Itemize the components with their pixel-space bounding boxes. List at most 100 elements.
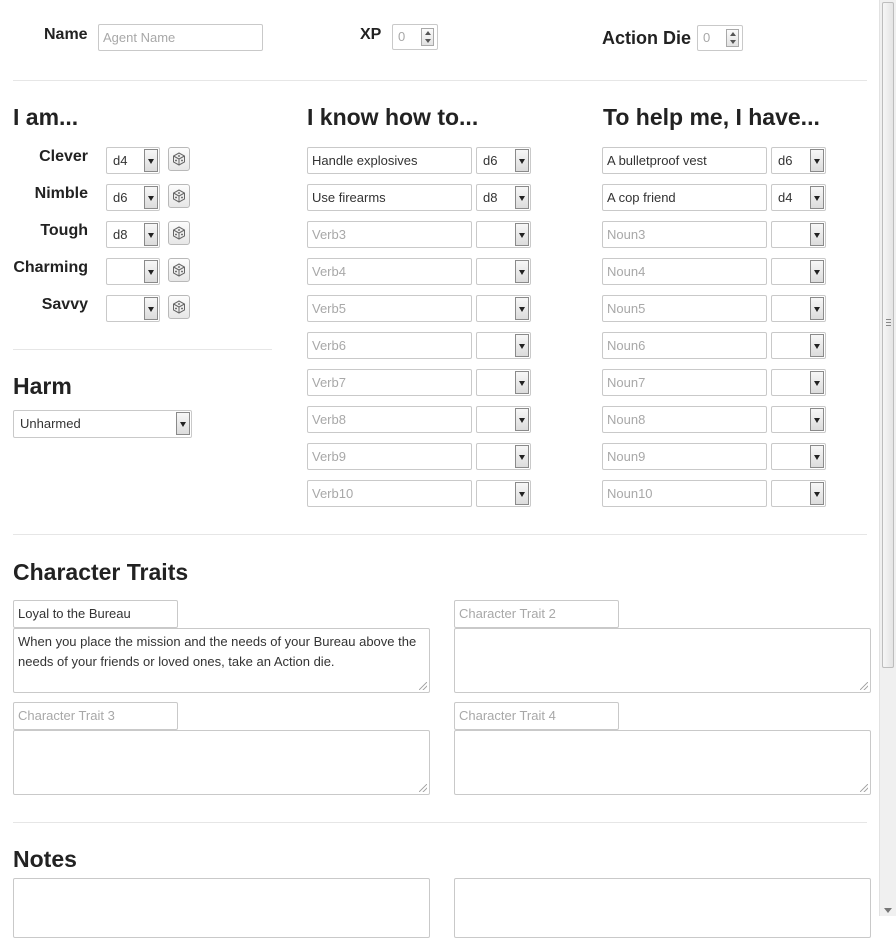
resource-input[interactable]: Noun3 [602, 221, 767, 248]
divider [13, 822, 867, 823]
divider [13, 349, 272, 350]
dice-icon[interactable] [168, 295, 190, 319]
resource-input[interactable]: A cop friend [602, 184, 767, 211]
resource-input[interactable]: Noun5 [602, 295, 767, 322]
skill-input[interactable]: Verb9 [307, 443, 472, 470]
die-value: d8 [483, 190, 498, 205]
name-label: Name [44, 26, 88, 43]
trait-description-textarea[interactable] [454, 730, 871, 795]
skill-die-select[interactable] [476, 221, 531, 248]
traits-title: Character Traits [13, 559, 189, 585]
attribute-die-select[interactable] [106, 258, 160, 285]
resource-input[interactable]: Noun9 [602, 443, 767, 470]
resource-input[interactable]: Noun7 [602, 369, 767, 396]
skill-die-select[interactable] [476, 369, 531, 396]
skill-input[interactable]: Verb5 [307, 295, 472, 322]
chevron-down-icon [144, 297, 158, 320]
chevron-down-icon [810, 482, 824, 505]
skill-die-select[interactable]: d6 [476, 147, 531, 174]
action-die-input[interactable]: 0 [697, 25, 743, 51]
resize-grip-icon[interactable] [419, 682, 427, 690]
chevron-down-icon [515, 223, 529, 246]
attribute-die-select[interactable]: d6 [106, 184, 160, 211]
chevron-down-icon [515, 482, 529, 505]
attribute-die-select[interactable]: d8 [106, 221, 160, 248]
xp-spinner-icon[interactable] [421, 28, 434, 46]
harm-value: Unharmed [20, 416, 81, 431]
chevron-down-icon [144, 186, 158, 209]
resize-grip-icon[interactable] [860, 784, 868, 792]
action-die-spinner-icon[interactable] [726, 29, 739, 47]
chevron-down-icon [810, 371, 824, 394]
chevron-down-icon [810, 408, 824, 431]
resource-die-select[interactable]: d6 [771, 147, 826, 174]
skill-die-select[interactable] [476, 480, 531, 507]
skill-die-select[interactable]: d8 [476, 184, 531, 211]
resource-die-select[interactable] [771, 369, 826, 396]
dice-icon[interactable] [168, 258, 190, 282]
chevron-down-icon [515, 408, 529, 431]
resource-input[interactable]: Noun10 [602, 480, 767, 507]
trait-name-input[interactable]: Loyal to the Bureau [13, 600, 178, 628]
skill-input[interactable]: Verb10 [307, 480, 472, 507]
dice-icon[interactable] [168, 184, 190, 208]
trait-description-textarea[interactable] [13, 730, 430, 795]
chevron-down-icon [176, 412, 190, 435]
skill-input[interactable]: Verb7 [307, 369, 472, 396]
resize-grip-icon[interactable] [860, 682, 868, 690]
chevron-down-icon [515, 149, 529, 172]
resource-die-select[interactable] [771, 221, 826, 248]
resource-die-select[interactable] [771, 295, 826, 322]
agent-name-input[interactable]: Agent Name [98, 24, 263, 51]
dice-icon[interactable] [168, 147, 190, 171]
attribute-label: Charming [13, 259, 88, 276]
resource-die-select[interactable] [771, 258, 826, 285]
skill-input[interactable]: Use firearms [307, 184, 472, 211]
skill-input[interactable]: Verb6 [307, 332, 472, 359]
resource-die-select[interactable] [771, 406, 826, 433]
attributes-title: I am... [13, 104, 79, 130]
attribute-die-select[interactable]: d4 [106, 147, 160, 174]
scroll-down-icon[interactable] [884, 908, 892, 913]
trait-name-input[interactable]: Character Trait 2 [454, 600, 619, 628]
notes-left-textarea[interactable] [13, 878, 430, 938]
trait-name-input[interactable]: Character Trait 3 [13, 702, 178, 730]
chevron-down-icon [810, 260, 824, 283]
scrollbar-thumb[interactable] [882, 2, 894, 668]
resource-die-select[interactable] [771, 443, 826, 470]
resize-grip-icon[interactable] [419, 784, 427, 792]
chevron-down-icon [810, 186, 824, 209]
attribute-die-select[interactable] [106, 295, 160, 322]
resource-die-select[interactable] [771, 480, 826, 507]
die-value: d8 [113, 227, 128, 242]
skill-input[interactable]: Handle explosives [307, 147, 472, 174]
xp-input[interactable]: 0 [392, 24, 438, 50]
trait-description-textarea[interactable]: When you place the mission and the needs… [13, 628, 430, 693]
skill-die-select[interactable] [476, 443, 531, 470]
chevron-down-icon [810, 297, 824, 320]
resource-die-select[interactable]: d4 [771, 184, 826, 211]
trait-name-input[interactable]: Character Trait 4 [454, 702, 619, 730]
divider [13, 534, 867, 535]
resource-input[interactable]: Noun4 [602, 258, 767, 285]
resource-input[interactable]: Noun6 [602, 332, 767, 359]
attribute-label: Nimble [34, 185, 88, 202]
resource-input[interactable]: Noun8 [602, 406, 767, 433]
skill-input[interactable]: Verb3 [307, 221, 472, 248]
die-value: d4 [113, 153, 128, 168]
skill-die-select[interactable] [476, 332, 531, 359]
dice-icon[interactable] [168, 221, 190, 245]
trait-description-textarea[interactable] [454, 628, 871, 693]
chevron-down-icon [810, 334, 824, 357]
resource-die-select[interactable] [771, 332, 826, 359]
chevron-down-icon [144, 149, 158, 172]
page-scrollbar[interactable] [879, 0, 896, 916]
resource-input[interactable]: A bulletproof vest [602, 147, 767, 174]
notes-right-textarea[interactable] [454, 878, 871, 938]
skill-die-select[interactable] [476, 406, 531, 433]
skill-input[interactable]: Verb4 [307, 258, 472, 285]
skill-input[interactable]: Verb8 [307, 406, 472, 433]
harm-select[interactable]: Unharmed [13, 410, 192, 438]
skill-die-select[interactable] [476, 295, 531, 322]
skill-die-select[interactable] [476, 258, 531, 285]
